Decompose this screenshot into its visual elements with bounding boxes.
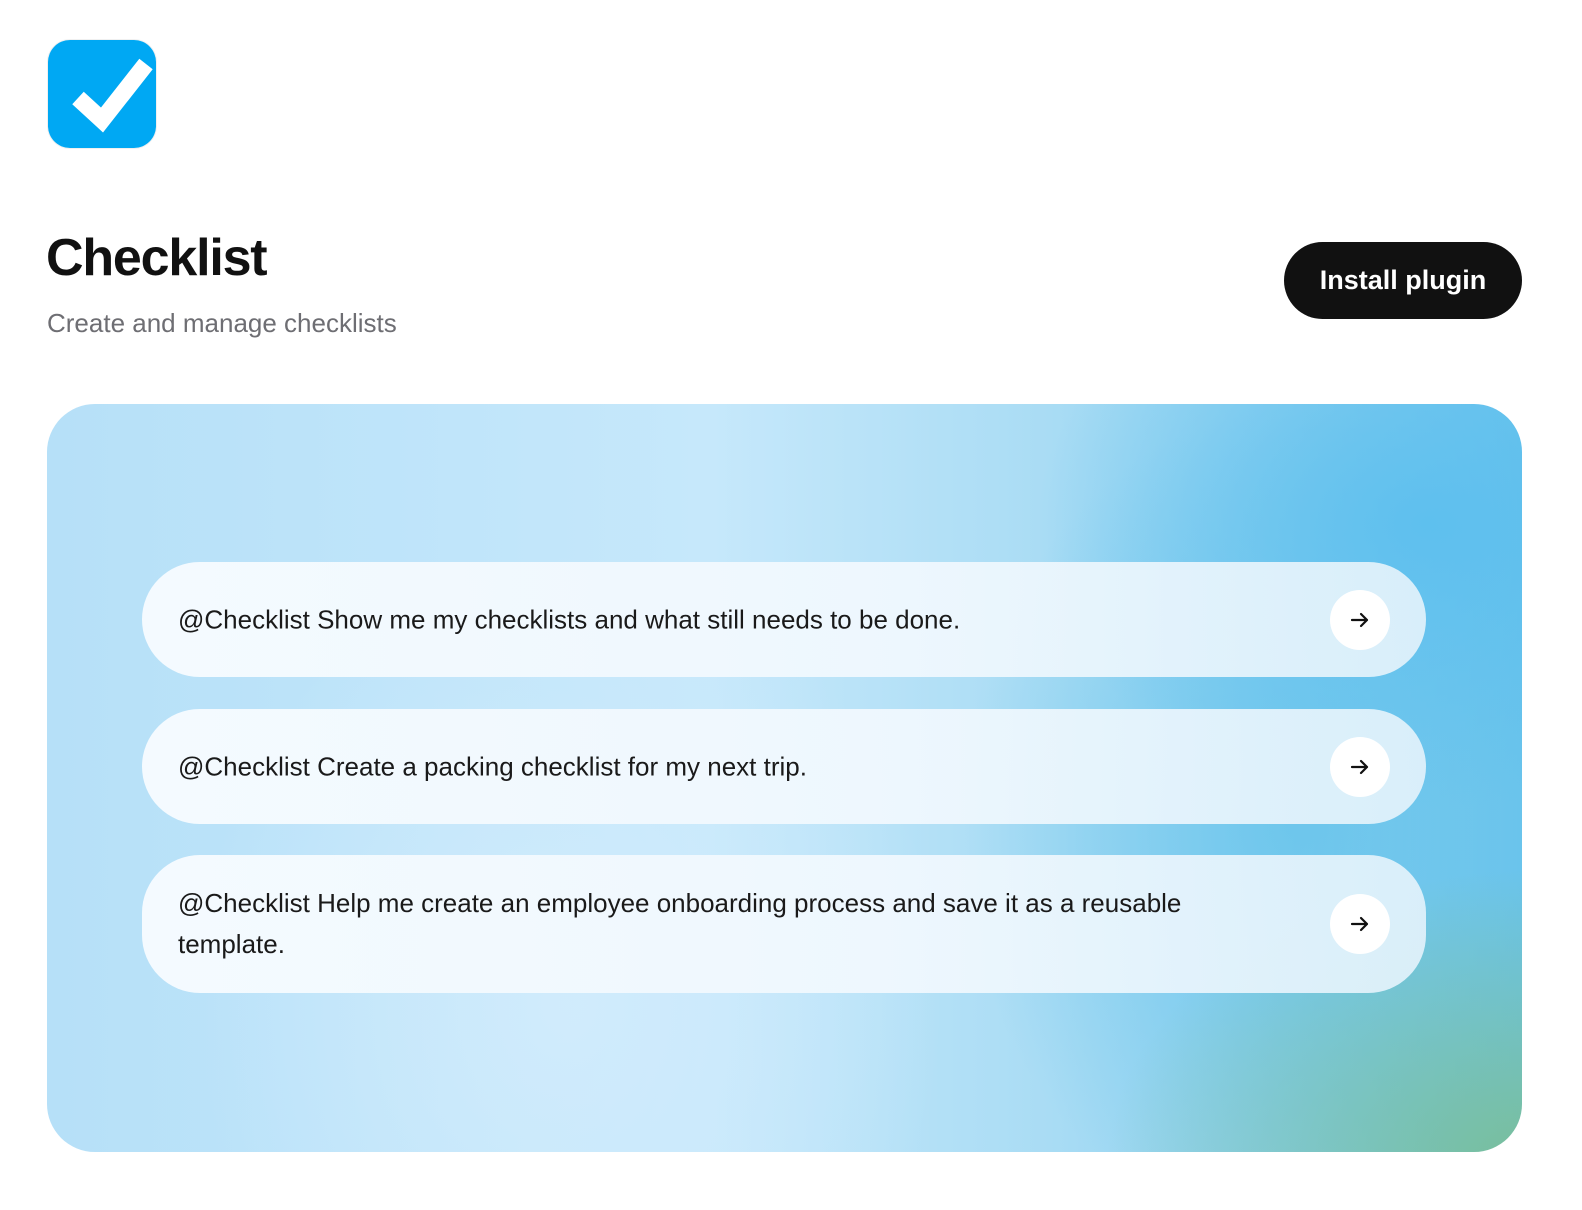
prompt-text: @Checklist Help me create an employee on… — [178, 888, 1182, 959]
prompt-text: @Checklist Show me my checklists and wha… — [178, 604, 961, 634]
checkmark-app-icon — [48, 40, 156, 148]
page-title: Checklist — [46, 229, 268, 287]
arrow-right-icon — [1350, 759, 1369, 774]
prompt-text: @Checklist Create a packing checklist fo… — [178, 751, 807, 781]
example-prompt-show-checklists[interactable]: @Checklist Show me my checklists and wha… — [142, 562, 1426, 677]
example-prompts-panel: @Checklist Show me my checklists and wha… — [47, 404, 1522, 1152]
plugin-page: Checklist Create and manage checklists I… — [0, 0, 1582, 1210]
example-prompt-onboarding-template[interactable]: @Checklist Help me create an employee on… — [142, 855, 1426, 993]
page-subtitle: Create and manage checklists — [47, 308, 397, 338]
arrow-right-icon — [1350, 612, 1369, 627]
send-prompt-button[interactable] — [1330, 589, 1390, 650]
arrow-right-icon — [1350, 916, 1369, 932]
install-plugin-button[interactable]: Install plugin — [1284, 242, 1522, 319]
send-prompt-button[interactable] — [1330, 736, 1390, 797]
example-prompt-packing-checklist[interactable]: @Checklist Create a packing checklist fo… — [142, 709, 1426, 824]
send-prompt-button[interactable] — [1330, 894, 1390, 954]
